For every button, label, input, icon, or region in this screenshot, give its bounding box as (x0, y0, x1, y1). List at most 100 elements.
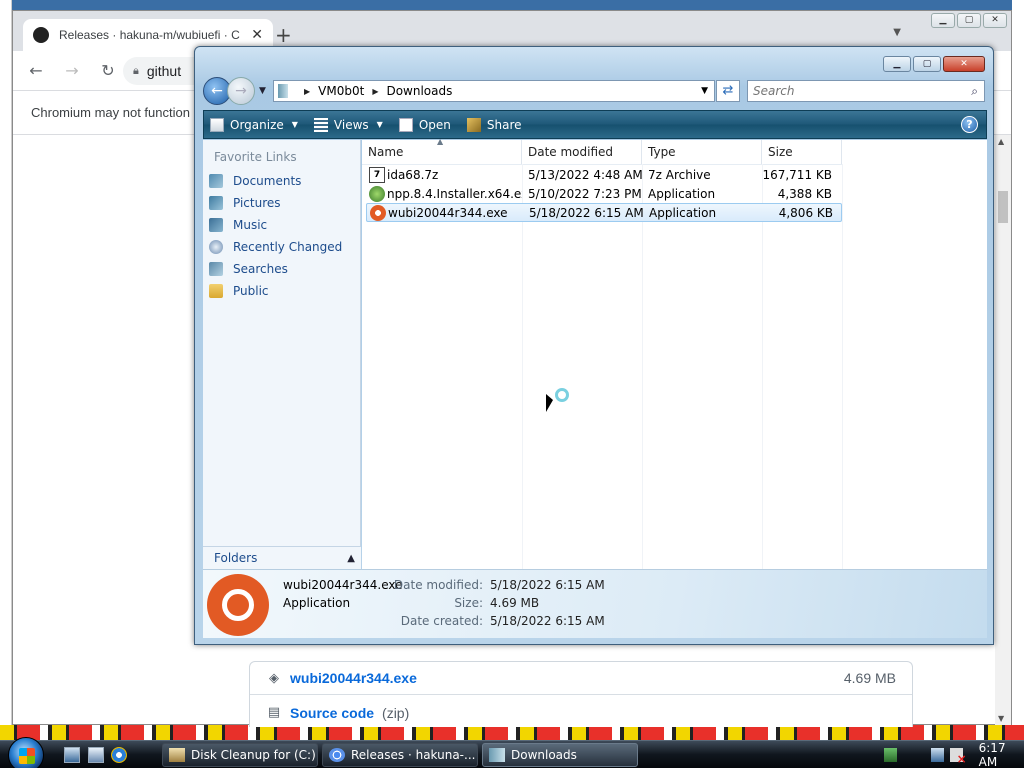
nav-item-pictures[interactable]: Pictures (203, 192, 360, 214)
file-size: 167,711 KB (762, 167, 832, 182)
breadcrumb-separator-icon[interactable]: ▶ (372, 87, 378, 96)
desktop-left-edge (0, 0, 12, 740)
explorer-address-bar[interactable]: ▶ VM0b0t ▶ Downloads ▼ (273, 80, 715, 102)
reload-icon[interactable]: ↻ (97, 61, 119, 80)
tab-close-icon[interactable]: ✕ (251, 27, 263, 43)
taskbar-button-chromium[interactable]: Releases · hakuna-... (322, 743, 478, 767)
breadcrumb-user[interactable]: VM0b0t (318, 84, 364, 98)
help-icon[interactable]: ? (961, 116, 978, 133)
breadcrumb-separator-icon[interactable]: ▶ (304, 87, 310, 96)
chevron-down-icon: ▼ (291, 120, 298, 129)
refresh-button[interactable]: ⇄ (716, 80, 740, 102)
nav-item-searches[interactable]: Searches (203, 258, 360, 280)
address-dropdown-icon[interactable]: ▼ (701, 86, 708, 96)
taskbar-button-downloads[interactable]: Downloads (482, 743, 638, 767)
ubuntu-icon (207, 574, 269, 636)
maximize-button[interactable]: ▢ (957, 13, 981, 28)
music-folder-icon (209, 218, 223, 232)
folder-icon (278, 84, 288, 98)
forward-arrow-icon[interactable]: → (61, 61, 83, 80)
column-header-date[interactable]: Date modified (522, 140, 642, 164)
source-code-link[interactable]: Source code (290, 705, 374, 721)
taskbar-button-disk-cleanup[interactable]: Disk Cleanup for (C:) (162, 743, 318, 767)
share-button[interactable]: Share (466, 117, 522, 132)
nav-item-music[interactable]: Music (203, 214, 360, 236)
tab-search-chevron-icon[interactable]: ▼ (893, 27, 901, 38)
explorer-navigation-buttons: ← → ▼ (203, 77, 266, 105)
views-label: Views (333, 117, 369, 132)
display-icon[interactable] (930, 748, 944, 762)
chromium-icon (329, 748, 345, 762)
column-header-name[interactable]: ▲ Name (362, 137, 522, 164)
7z-archive-icon: 7 (369, 166, 385, 183)
file-zip-icon: ▤ (267, 705, 281, 720)
file-row-selected[interactable]: wubi20044r344.exe 5/18/2022 6:15 AM Appl… (366, 203, 842, 222)
sort-ascending-icon: ▲ (437, 137, 444, 146)
chevron-down-icon: ▼ (376, 120, 383, 129)
source-code-format: (zip) (382, 704, 410, 721)
network-icon[interactable] (884, 748, 897, 762)
column-header-type[interactable]: Type (642, 140, 762, 164)
explorer-close-button[interactable]: ✕ (943, 56, 985, 72)
chromium-window-controls: ▁ ▢ ✕ (931, 13, 1007, 28)
clock[interactable]: 6:17 AM (979, 741, 1024, 768)
new-tab-button[interactable]: + (275, 23, 292, 47)
show-desktop-icon[interactable] (64, 747, 80, 763)
volume-muted-icon[interactable] (949, 748, 966, 766)
file-row[interactable]: npp.8.4.Installer.x64.exe 5/10/2022 7:23… (366, 184, 842, 203)
switch-windows-icon[interactable] (88, 747, 104, 763)
asset-link[interactable]: wubi20044r344.exe (290, 670, 417, 686)
column-divider (642, 164, 643, 569)
pictures-folder-icon (209, 196, 223, 210)
details-date-created: 5/18/2022 6:15 AM (490, 614, 605, 628)
file-date: 5/18/2022 6:15 AM (529, 205, 644, 220)
recent-pages-chevron-icon[interactable]: ▼ (259, 86, 266, 96)
internet-explorer-icon[interactable] (111, 747, 127, 763)
release-assets-list: ◈ wubi20044r344.exe 4.69 MB ▤ Source cod… (249, 661, 913, 727)
file-list-pane: ▲ Name Date modified Type Size 7 ida68.7… (362, 137, 987, 569)
open-button[interactable]: Open (398, 117, 451, 132)
scrollbar-thumb[interactable] (998, 191, 1008, 223)
address-bar-url: githut (146, 63, 182, 79)
nav-item-documents[interactable]: Documents (203, 170, 360, 192)
folder-icon (489, 748, 505, 762)
back-arrow-icon[interactable]: ← (25, 61, 47, 80)
column-header-label: Size (768, 145, 793, 159)
share-icon (466, 117, 481, 132)
forward-button[interactable]: → (227, 77, 255, 105)
nav-item-label: Documents (233, 174, 302, 188)
share-label: Share (486, 117, 522, 132)
searches-folder-icon (209, 262, 223, 276)
organize-icon (210, 117, 224, 132)
views-button[interactable]: Views ▼ (313, 117, 383, 132)
organize-button[interactable]: Organize ▼ (210, 117, 298, 132)
search-input[interactable] (753, 84, 972, 98)
close-button[interactable]: ✕ (983, 13, 1007, 28)
scroll-down-arrow-icon[interactable]: ▼ (998, 714, 1004, 723)
open-label: Open (418, 117, 451, 132)
explorer-search-box[interactable]: ⌕ (747, 80, 985, 102)
explorer-minimize-button[interactable]: ▁ (883, 56, 911, 72)
column-header-label: Name (368, 145, 404, 159)
explorer-maximize-button[interactable]: ▢ (913, 56, 941, 72)
views-icon (313, 117, 328, 132)
start-button[interactable] (8, 737, 44, 768)
search-icon[interactable]: ⌕ (971, 84, 978, 99)
scroll-up-arrow-icon[interactable]: ▲ (998, 137, 1004, 146)
nav-item-public[interactable]: Public (203, 280, 360, 302)
file-type: Application (649, 205, 717, 220)
folders-toggle[interactable]: Folders ▲ (203, 546, 361, 569)
file-date: 5/13/2022 4:48 AM (528, 167, 643, 182)
column-header-size[interactable]: Size (762, 140, 842, 164)
file-name: wubi20044r344.exe (388, 205, 508, 220)
file-row[interactable]: 7 ida68.7z 5/13/2022 4:48 AM 7z Archive … (366, 165, 842, 184)
nav-item-recently-changed[interactable]: Recently Changed (203, 236, 360, 258)
favorite-links-heading: Favorite Links (214, 150, 297, 164)
minimize-button[interactable]: ▁ (931, 13, 955, 28)
details-file-type: Application (283, 596, 351, 610)
folders-label: Folders (214, 551, 258, 565)
file-size: 4,388 KB (777, 186, 832, 201)
breadcrumb-downloads[interactable]: Downloads (386, 84, 452, 98)
column-header-label: Type (648, 145, 676, 159)
page-scrollbar[interactable]: ▲ ▼ (995, 135, 1011, 725)
